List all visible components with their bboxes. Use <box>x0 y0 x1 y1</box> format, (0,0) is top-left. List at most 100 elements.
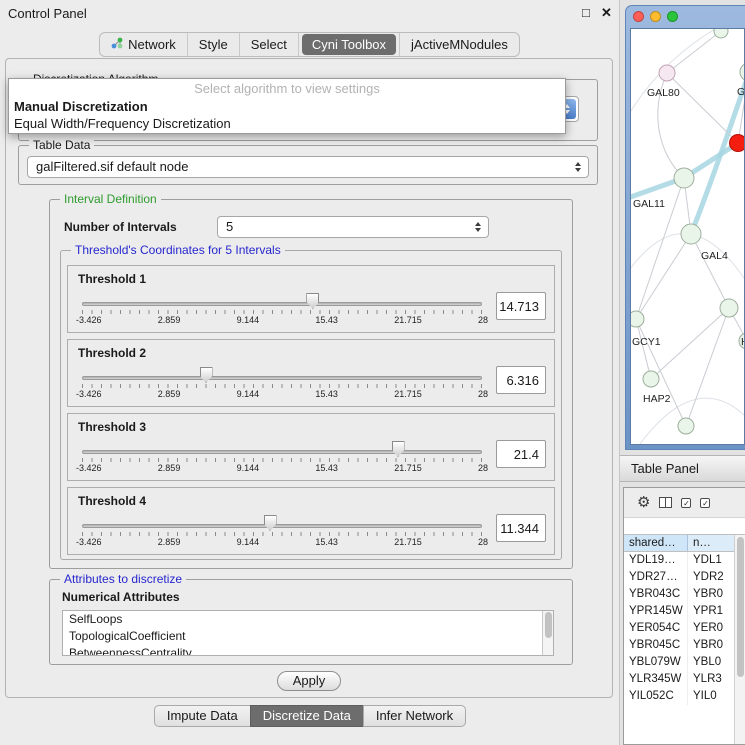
minimize-button[interactable] <box>650 11 661 22</box>
dropdown-option-manual[interactable]: Manual Discretization <box>9 98 565 115</box>
network-node[interactable] <box>681 224 701 244</box>
tab-style[interactable]: Style <box>188 32 239 57</box>
slider-scale: -3.426 2.859 9.144 15.43 21.715 28 <box>76 537 488 547</box>
slider-scale: -3.426 2.859 9.144 15.43 21.715 28 <box>76 315 488 325</box>
combobox-stepper-icon[interactable] <box>470 217 486 237</box>
network-node-selected[interactable] <box>730 135 745 152</box>
node-label: GCY1 <box>632 336 661 348</box>
network-node[interactable] <box>678 418 694 434</box>
attributes-group-label: Attributes to discretize <box>60 572 186 586</box>
tab-network[interactable]: Network <box>100 32 187 57</box>
network-window: GAL80 GA GAL11 GAL4 GCY1 HAP2 H <box>625 5 745 450</box>
table-cell[interactable]: YIL052C <box>624 688 688 705</box>
list-scrollbar[interactable] <box>542 611 553 655</box>
network-canvas[interactable]: GAL80 GA GAL11 GAL4 GCY1 HAP2 H <box>630 28 745 445</box>
column-header-shared-name[interactable]: shared… <box>624 535 688 551</box>
scale-tick-label: 2.859 <box>158 315 181 325</box>
node-label: GA <box>737 86 745 98</box>
table-cell[interactable]: YDR27… <box>624 569 688 586</box>
table-row[interactable]: YBL079WYBL0 <box>624 654 745 671</box>
tab-infer-network[interactable]: Infer Network <box>363 705 466 727</box>
slider-thumb[interactable] <box>306 293 319 309</box>
scale-tick-label: 2.859 <box>158 389 181 399</box>
slider-thumb[interactable] <box>264 515 277 531</box>
table-row[interactable]: YLR345WYLR3 <box>624 671 745 688</box>
slider-track[interactable] <box>82 376 482 380</box>
scale-tick-label: 2.859 <box>158 537 181 547</box>
list-item[interactable]: SelfLoops <box>63 611 553 628</box>
scale-tick-label: 15.43 <box>315 463 338 473</box>
slider-track[interactable] <box>82 302 482 306</box>
network-node[interactable] <box>720 299 738 317</box>
table-row[interactable]: YDL19…YDL1 <box>624 552 745 569</box>
threshold-slider[interactable]: -3.426 2.859 9.144 15.43 21.715 28 <box>82 438 482 478</box>
scale-tick-label: 2.859 <box>158 463 181 473</box>
network-node[interactable] <box>714 29 728 38</box>
table-data-group: Table Data galFiltered.sif default node <box>18 145 598 185</box>
table-cell[interactable]: YBL079W <box>624 654 688 671</box>
slider-track[interactable] <box>82 450 482 454</box>
table-cell[interactable]: YBR045C <box>624 637 688 654</box>
threshold-slider[interactable]: -3.426 2.859 9.144 15.43 21.715 28 <box>82 290 482 330</box>
threshold-value-field[interactable]: 6.316 <box>496 366 546 394</box>
apply-button[interactable]: Apply <box>277 671 341 691</box>
list-item[interactable]: BetweennessCentrality <box>63 645 553 656</box>
window-title: Control Panel <box>8 6 87 21</box>
checkbox-icon[interactable]: ✓ <box>700 498 710 508</box>
gear-icon[interactable]: ⚙ <box>637 495 650 510</box>
tab-select[interactable]: Select <box>240 32 298 57</box>
scrollbar-thumb[interactable] <box>545 612 552 638</box>
threshold-value-field[interactable]: 11.344 <box>496 514 546 542</box>
scale-tick-label: 15.43 <box>315 389 338 399</box>
close-icon[interactable]: ✕ <box>601 5 612 21</box>
tab-impute-data[interactable]: Impute Data <box>154 705 251 727</box>
columns-icon[interactable] <box>659 497 672 508</box>
network-icon <box>111 32 123 57</box>
scrollbar-thumb[interactable] <box>737 537 744 677</box>
list-item[interactable]: TopologicalCoefficient <box>63 628 553 645</box>
slider-thumb[interactable] <box>200 367 213 383</box>
checkbox-icon[interactable]: ✓ <box>681 498 691 508</box>
network-node[interactable] <box>659 65 675 81</box>
threshold-value-field[interactable]: 21.4 <box>496 440 546 468</box>
dropdown-option-equal-width[interactable]: Equal Width/Frequency Discretization <box>9 115 565 132</box>
scale-tick-label: 28 <box>478 389 488 399</box>
table-row[interactable]: YDR27…YDR2 <box>624 569 745 586</box>
network-node[interactable] <box>740 63 745 81</box>
threshold-slider[interactable]: -3.426 2.859 9.144 15.43 21.715 28 <box>82 364 482 404</box>
attributes-list[interactable]: SelfLoops TopologicalCoefficient Between… <box>62 610 554 656</box>
scale-tick-label: 9.144 <box>237 463 260 473</box>
num-intervals-combobox[interactable]: 5 <box>217 216 489 238</box>
zoom-button[interactable] <box>667 11 678 22</box>
threshold-slider[interactable]: -3.426 2.859 9.144 15.43 21.715 28 <box>82 512 482 552</box>
scale-tick-label: 15.43 <box>315 537 338 547</box>
network-node[interactable] <box>643 371 659 387</box>
network-node[interactable] <box>674 168 694 188</box>
tab-jactivemnodules[interactable]: jActiveMNodules <box>400 32 519 57</box>
table-cell[interactable]: YDL19… <box>624 552 688 569</box>
table-cell[interactable]: YER054C <box>624 620 688 637</box>
slider-track[interactable] <box>82 524 482 528</box>
table-row[interactable]: YPR145WYPR1 <box>624 603 745 620</box>
table-row[interactable]: YER054CYER0 <box>624 620 745 637</box>
table-cell[interactable]: YLR345W <box>624 671 688 688</box>
table-scrollbar[interactable] <box>734 535 745 744</box>
close-button[interactable] <box>633 11 644 22</box>
network-node[interactable] <box>631 311 644 327</box>
table-data-combobox[interactable]: galFiltered.sif default node <box>27 156 589 178</box>
float-icon[interactable]: □ <box>582 5 590 20</box>
table-row[interactable]: YIL052CYIL0 <box>624 688 745 705</box>
table-row[interactable]: YBR045CYBR0 <box>624 637 745 654</box>
table-panel-header: Table Panel <box>620 455 745 482</box>
table-cell[interactable]: YBR043C <box>624 586 688 603</box>
threshold-value-field[interactable]: 14.713 <box>496 292 546 320</box>
scale-tick-label: 28 <box>478 537 488 547</box>
table-row[interactable]: YBR043CYBR0 <box>624 586 745 603</box>
table-cell[interactable]: YPR145W <box>624 603 688 620</box>
tab-cyni-toolbox[interactable]: Cyni Toolbox <box>302 34 396 55</box>
slider-thumb[interactable] <box>392 441 405 457</box>
scale-tick-label: 9.144 <box>237 389 260 399</box>
scale-tick-label: 28 <box>478 315 488 325</box>
combobox-stepper-icon[interactable] <box>570 157 586 177</box>
tab-discretize-data[interactable]: Discretize Data <box>250 705 364 727</box>
